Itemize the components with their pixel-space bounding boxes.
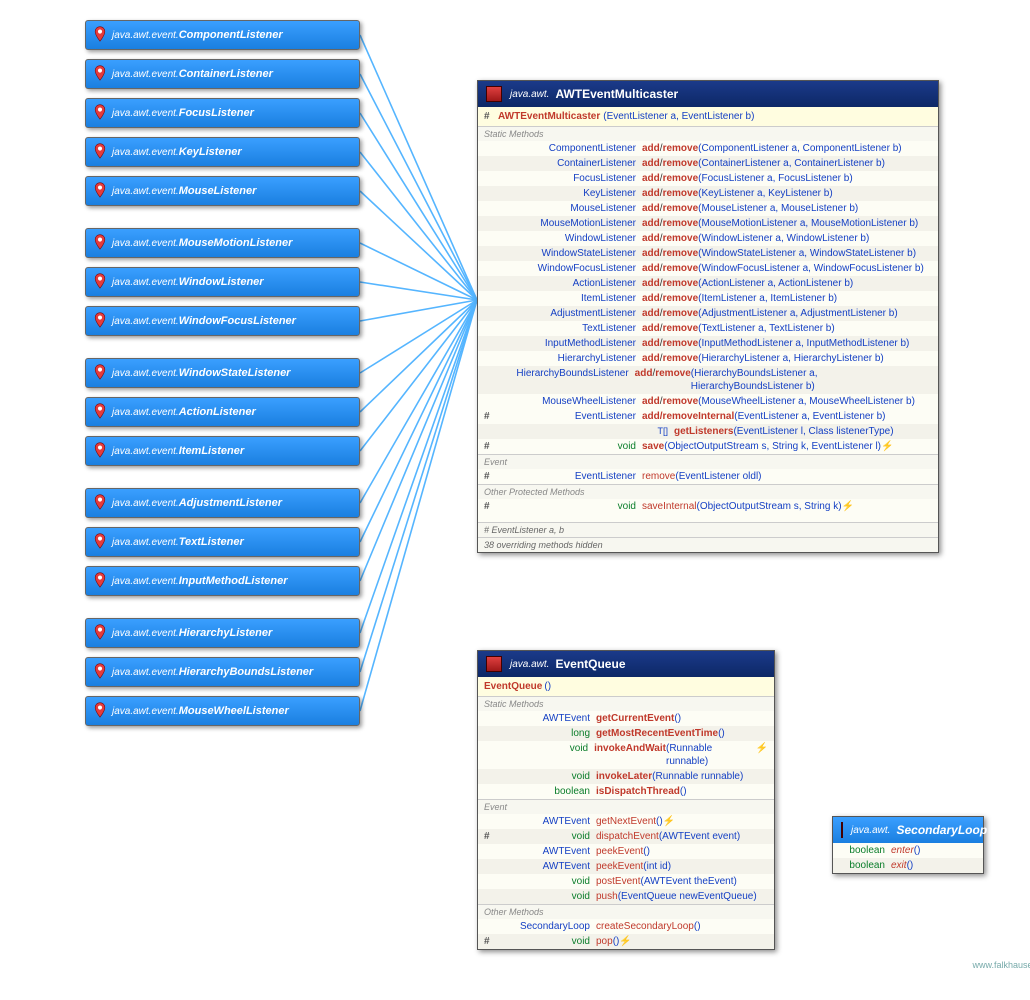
listener-column: java.awt.event.ComponentListener java.awt… — [85, 20, 360, 735]
secondaryloop-class-box: java.awt.SecondaryLoop booleanenter ()bo… — [832, 816, 984, 874]
listener-actionlistener[interactable]: java.awt.event.ActionListener — [85, 397, 360, 427]
constructor-row: EventQueue () — [478, 677, 774, 696]
method-row: longgetMostRecentEventTime () — [478, 726, 774, 741]
class-header: java.awt.EventQueue — [478, 651, 774, 677]
pin-icon — [92, 311, 108, 331]
class-icon — [841, 822, 843, 838]
class-name: AWTEventMulticaster — [555, 87, 678, 101]
method-row: ActionListeneradd/remove (ActionListener… — [478, 276, 938, 291]
pin-icon — [92, 103, 108, 123]
pin-icon — [92, 701, 108, 721]
method-row: FocusListeneradd/remove (FocusListener a… — [478, 171, 938, 186]
listener-inputmethodlistener[interactable]: java.awt.event.InputMethodListener — [85, 566, 360, 596]
method-row: AWTEventgetNextEvent () ⚡ — [478, 814, 774, 829]
method-row: voidinvokeLater (Runnable runnable) — [478, 769, 774, 784]
class-icon — [486, 656, 502, 672]
class-body: # AWTEventMulticaster (EventListener a, … — [478, 107, 938, 552]
section-event: Event — [478, 454, 938, 469]
eventqueue-class-box: java.awt.EventQueue EventQueue () Static… — [477, 650, 775, 950]
pin-icon — [92, 25, 108, 45]
listener-mousemotionlistener[interactable]: java.awt.event.MouseMotionListener — [85, 228, 360, 258]
method-row: WindowStateListeneradd/remove (WindowSta… — [478, 246, 938, 261]
listener-containerlistener[interactable]: java.awt.event.ContainerListener — [85, 59, 360, 89]
method-row: AdjustmentListeneradd/remove (Adjustment… — [478, 306, 938, 321]
method-row: MouseWheelListeneradd/remove (MouseWheel… — [478, 394, 938, 409]
method-row: AWTEventgetCurrentEvent () — [478, 711, 774, 726]
method-row: HierarchyBoundsListeneradd/remove (Hiera… — [478, 366, 938, 394]
section-static: Static Methods — [478, 126, 938, 141]
credit-label: www.falkhausen.de — [972, 960, 1030, 970]
method-row: #EventListeneradd/removeInternal (EventL… — [478, 409, 938, 424]
method-row: AWTEventpeekEvent (int id) — [478, 859, 774, 874]
pin-icon — [92, 363, 108, 383]
method-row: AWTEventpeekEvent () — [478, 844, 774, 859]
listener-adjustmentlistener[interactable]: java.awt.event.AdjustmentListener — [85, 488, 360, 518]
method-row: booleanenter () — [833, 843, 983, 858]
pin-icon — [92, 662, 108, 682]
package-label: java.awt. — [510, 89, 549, 100]
class-icon — [486, 86, 502, 102]
method-row: MouseMotionListeneradd/remove (MouseMoti… — [478, 216, 938, 231]
listener-keylistener[interactable]: java.awt.event.KeyListener — [85, 137, 360, 167]
listener-windowlistener[interactable]: java.awt.event.WindowListener — [85, 267, 360, 297]
method-row: KeyListeneradd/remove (KeyListener a, Ke… — [478, 186, 938, 201]
pin-icon — [92, 181, 108, 201]
pin-icon — [92, 272, 108, 292]
pin-icon — [92, 623, 108, 643]
pin-icon — [92, 532, 108, 552]
constructor-row: # AWTEventMulticaster (EventListener a, … — [478, 107, 938, 126]
method-row: ComponentListeneradd/remove (ComponentLi… — [478, 141, 938, 156]
method-row: #voidsave (ObjectOutputStream s, String … — [478, 439, 938, 454]
pin-icon — [92, 441, 108, 461]
method-row: #voidsaveInternal (ObjectOutputStream s,… — [478, 499, 938, 514]
hidden-row: 38 overriding methods hidden — [478, 537, 938, 552]
method-row: InputMethodListeneradd/remove (InputMeth… — [478, 336, 938, 351]
listener-focuslistener[interactable]: java.awt.event.FocusListener — [85, 98, 360, 128]
method-row: voidinvokeAndWait (Runnable runnable) ⚡ — [478, 741, 774, 769]
listener-textlistener[interactable]: java.awt.event.TextListener — [85, 527, 360, 557]
listener-mouselistener[interactable]: java.awt.event.MouseListener — [85, 176, 360, 206]
method-row: voidpostEvent (AWTEvent theEvent) — [478, 874, 774, 889]
multicaster-class-box: java.awt. AWTEventMulticaster # AWTEventM… — [477, 80, 939, 553]
listener-hierarchylistener[interactable]: java.awt.event.HierarchyListener — [85, 618, 360, 648]
method-row: #voiddispatchEvent (AWTEvent event) — [478, 829, 774, 844]
pin-icon — [92, 571, 108, 591]
method-row: booleanexit () — [833, 858, 983, 873]
listener-componentlistener[interactable]: java.awt.event.ComponentListener — [85, 20, 360, 50]
method-row: WindowListeneradd/remove (WindowListener… — [478, 231, 938, 246]
method-row: T[]getListeners (EventListener l, Class … — [478, 424, 938, 439]
method-row: MouseListeneradd/remove (MouseListener a… — [478, 201, 938, 216]
listener-mousewheellistener[interactable]: java.awt.event.MouseWheelListener — [85, 696, 360, 726]
method-row: TextListeneradd/remove (TextListener a, … — [478, 321, 938, 336]
pin-icon — [92, 233, 108, 253]
method-row: booleanisDispatchThread () — [478, 784, 774, 799]
method-row: ItemListeneradd/remove (ItemListener a, … — [478, 291, 938, 306]
listener-windowfocuslistener[interactable]: java.awt.event.WindowFocusListener — [85, 306, 360, 336]
method-row: SecondaryLoopcreateSecondaryLoop () — [478, 919, 774, 934]
method-row: voidpush (EventQueue newEventQueue) — [478, 889, 774, 904]
method-row: #voidpop () ⚡ — [478, 934, 774, 949]
method-row: #EventListenerremove (EventListener oldl… — [478, 469, 938, 484]
method-row: WindowFocusListeneradd/remove (WindowFoc… — [478, 261, 938, 276]
method-row: HierarchyListeneradd/remove (HierarchyLi… — [478, 351, 938, 366]
class-header: java.awt.SecondaryLoop — [833, 817, 983, 843]
method-row: ContainerListeneradd/remove (ContainerLi… — [478, 156, 938, 171]
section-other: Other Protected Methods — [478, 484, 938, 499]
pin-icon — [92, 64, 108, 84]
fields-row: # EventListener a, b — [478, 522, 938, 537]
class-header: java.awt. AWTEventMulticaster — [478, 81, 938, 107]
listener-windowstatelistener[interactable]: java.awt.event.WindowStateListener — [85, 358, 360, 388]
pin-icon — [92, 402, 108, 422]
listener-hierarchyboundslistener[interactable]: java.awt.event.HierarchyBoundsListener — [85, 657, 360, 687]
pin-icon — [92, 142, 108, 162]
pin-icon — [92, 493, 108, 513]
listener-itemlistener[interactable]: java.awt.event.ItemListener — [85, 436, 360, 466]
